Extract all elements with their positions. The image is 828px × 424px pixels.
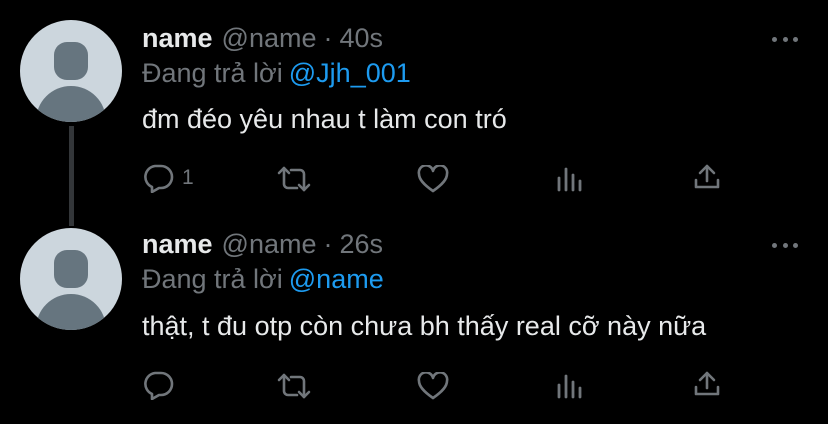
tweet-text: thật, t đu otp còn chưa bh thấy real cỡ … [142, 311, 707, 341]
views-button[interactable] [556, 373, 584, 399]
replying-to-mention[interactable]: @name [289, 264, 384, 294]
heart-icon [417, 165, 449, 193]
retweet-icon [277, 166, 311, 192]
timestamp[interactable]: 40s [340, 23, 384, 54]
retweet-button[interactable] [276, 165, 320, 193]
avatar[interactable] [20, 20, 122, 122]
reply-button[interactable] [142, 370, 182, 400]
heart-icon [417, 372, 449, 400]
tweet[interactable]: name @name · 40s Đang trả lời @Jjh_001 đm… [0, 0, 828, 226]
retweet-button[interactable] [276, 372, 320, 400]
analytics-icon [557, 374, 582, 399]
avatar-placeholder-body [36, 86, 106, 122]
reply-icon [144, 164, 174, 193]
separator-dot: · [323, 22, 333, 53]
tweet-header: name @name · 26s [142, 226, 383, 262]
share-icon [694, 371, 720, 396]
retweet-icon [277, 373, 311, 399]
replying-to-line: Đang trả lời @name [142, 264, 384, 295]
user-handle[interactable]: @name [222, 229, 317, 260]
tweet-text: đm đéo yêu nhau t làm con tró [142, 104, 507, 134]
views-button[interactable] [556, 166, 584, 192]
replying-to-line: Đang trả lời @Jjh_001 [142, 58, 411, 89]
more-icon[interactable] [772, 240, 798, 250]
replying-label: Đang trả lời [142, 58, 283, 88]
reply-button[interactable]: 1 [142, 163, 194, 193]
separator-dot: · [323, 228, 333, 259]
like-button[interactable] [417, 165, 457, 193]
replying-label: Đang trả lời [142, 264, 283, 294]
share-button[interactable] [693, 163, 721, 191]
avatar-placeholder-body [36, 294, 106, 330]
reply-icon [144, 371, 174, 400]
avatar-placeholder-head [54, 250, 88, 288]
more-icon[interactable] [772, 34, 798, 44]
like-button[interactable] [417, 372, 457, 400]
reply-count: 1 [182, 166, 194, 189]
avatar[interactable] [20, 228, 122, 330]
avatar-placeholder-head [54, 42, 88, 80]
share-icon [694, 164, 720, 189]
tweet-header: name @name · 40s [142, 20, 383, 56]
timestamp[interactable]: 26s [340, 229, 384, 260]
display-name[interactable]: name [142, 229, 213, 260]
replying-to-mention[interactable]: @Jjh_001 [289, 58, 411, 88]
share-button[interactable] [693, 370, 721, 398]
analytics-icon [557, 167, 582, 192]
user-handle[interactable]: @name [222, 23, 317, 54]
display-name[interactable]: name [142, 23, 213, 54]
